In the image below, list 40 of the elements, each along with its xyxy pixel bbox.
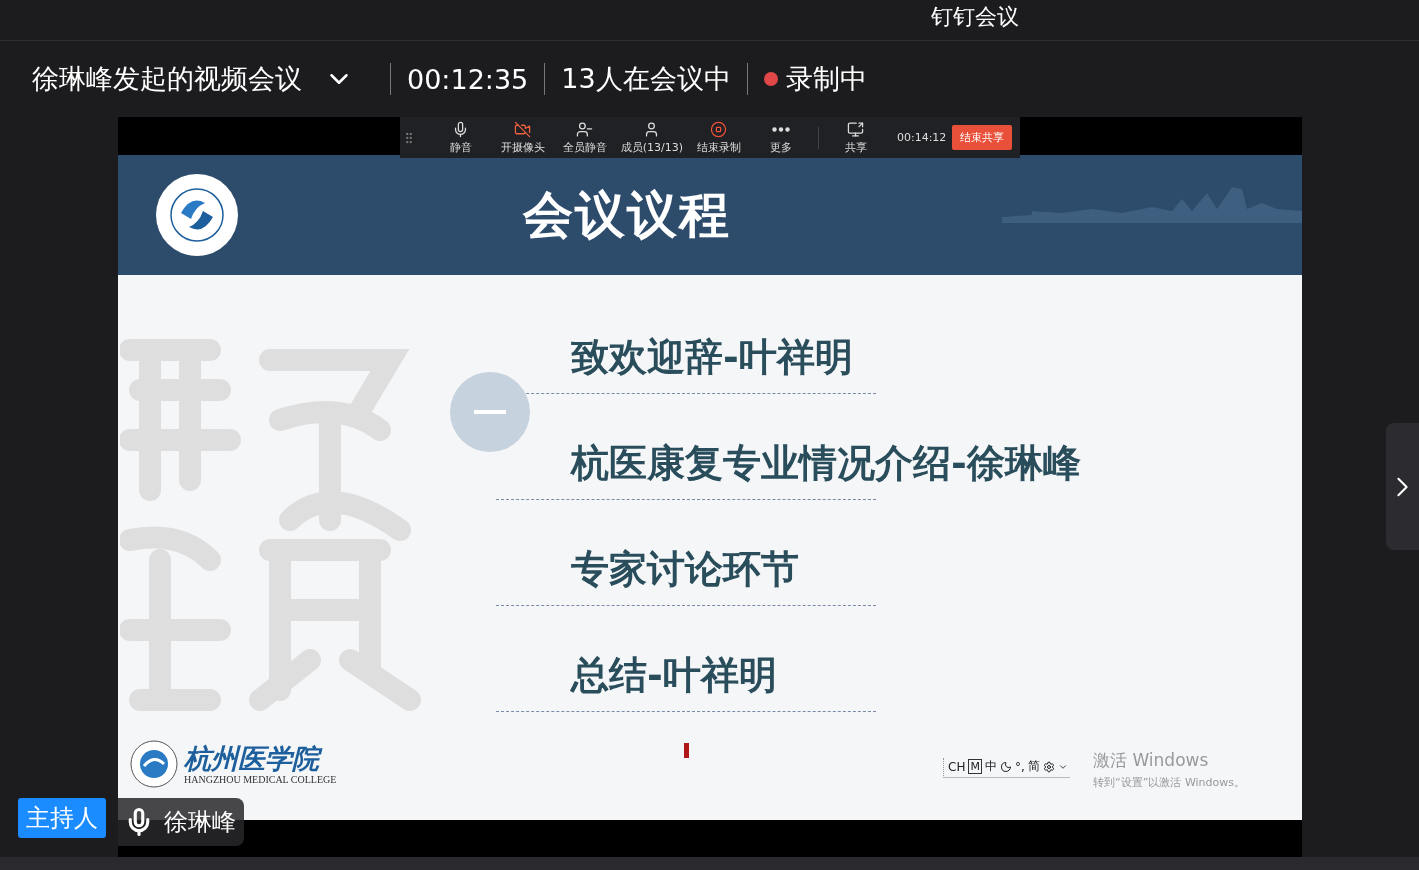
screen-share-icon	[847, 120, 865, 138]
toolbar-button[interactable]: 成员(13/13)	[615, 120, 688, 155]
more-icon	[771, 126, 790, 132]
toolbar-button[interactable]: 更多	[749, 120, 812, 155]
toolbar-button[interactable]: 静音	[429, 120, 492, 155]
agenda-item: 专家讨论环节	[570, 546, 800, 593]
ime-text: °,	[1014, 759, 1025, 774]
ime-mode-key[interactable]: M	[968, 759, 982, 774]
meeting-title: 徐琳峰发起的视频会议	[32, 62, 302, 96]
ime-text: 中	[984, 758, 997, 775]
stop-record-icon	[710, 120, 728, 138]
college-english-name: HANGZHOU MEDICAL COLLEGE	[184, 773, 337, 785]
toolbar-button[interactable]: 全员静音	[553, 120, 616, 155]
ime-text: CH	[948, 759, 966, 774]
end-share-button[interactable]: 结束共享	[952, 125, 1013, 150]
participant-count: 13人在会议中	[561, 62, 731, 96]
agenda-item: 杭医康复专业情况介绍-徐琳峰	[569, 440, 1081, 487]
recording-status: 录制中	[785, 62, 867, 96]
settings-icon[interactable]	[1042, 760, 1055, 773]
host-badge: 主持人	[18, 798, 106, 838]
toolbar-button[interactable]: 共享	[824, 120, 887, 155]
cursor-icon	[684, 743, 689, 758]
speaker-name: 徐琳峰	[164, 807, 236, 838]
camera-off-icon	[514, 120, 532, 138]
agenda-item: 总结-叶祥明	[569, 652, 778, 699]
college-logo-icon	[130, 740, 178, 788]
minus-icon	[474, 410, 506, 414]
agenda-item: 致欢迎辞-叶祥明	[570, 334, 854, 381]
activation-hint: 转到“设置”以激活 Windows。	[1093, 775, 1245, 790]
moon-icon[interactable]	[999, 760, 1012, 773]
ime-text: 简	[1027, 758, 1040, 775]
toolbar-button[interactable]: 结束录制	[687, 120, 750, 155]
window-title: 钉钉会议	[931, 4, 1019, 30]
share-timer: 00:14:12	[896, 131, 947, 144]
college-logo-icon	[155, 173, 239, 257]
slide-title: 会议议程	[523, 184, 731, 246]
toolbar-button[interactable]: 开摄像头	[491, 120, 554, 155]
college-name: 杭州医学院	[184, 743, 337, 774]
meeting-duration: 00:12:35	[407, 63, 529, 95]
activation-title: 激活 Windows	[1093, 749, 1210, 772]
